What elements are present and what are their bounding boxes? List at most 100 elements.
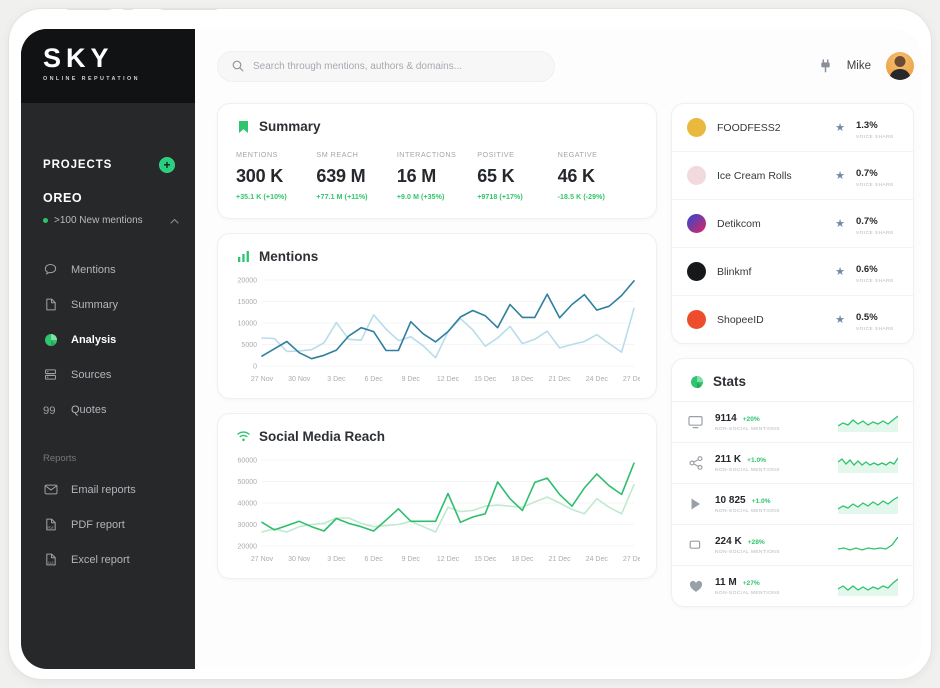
brand-avatar — [687, 262, 706, 281]
sidebar-item-excel-report[interactable]: XLS Excel report — [21, 542, 195, 577]
project-status-label: >100 New mentions — [54, 215, 143, 226]
sidebar-item-label: Email reports — [71, 483, 136, 496]
svg-text:XLS: XLS — [47, 561, 53, 565]
brand-pct: 0.7% — [856, 168, 878, 179]
stat-body: 224 K +28% NON-SOCIAL MENTIONS — [715, 536, 827, 555]
stat-body: 10 825 +1.0% NON-SOCIAL MENTIONS — [715, 495, 827, 514]
notch-speaker — [65, 9, 113, 10]
brands-card: FOODFESS2 ★ 1.3% VOICE SHARE Ice Cream R… — [671, 103, 914, 344]
projects-header: PROJECTS + — [21, 157, 195, 173]
stat-line: 9114 +20% — [715, 413, 827, 424]
project-status-row[interactable]: >100 New mentions — [21, 215, 195, 226]
svg-text:20000: 20000 — [238, 277, 258, 284]
star-icon[interactable]: ★ — [835, 121, 845, 134]
quote-icon: 99 — [43, 402, 58, 417]
metric-delta: +35.1 K (+10%) — [236, 194, 287, 201]
stat-value: 224 K — [715, 535, 742, 547]
brand-row[interactable]: Blinkmf ★ 0.6% VOICE SHARE — [672, 248, 913, 296]
sidebar-item-label: PDF report — [71, 518, 125, 531]
brand-pct: 0.7% — [856, 216, 878, 227]
sidebar-item-pdf-report[interactable]: PDF PDF report — [21, 507, 195, 542]
stat-delta: +1.0% — [747, 456, 767, 464]
brand-avatar — [687, 310, 706, 329]
sidebar-item-sources[interactable]: Sources — [21, 357, 195, 392]
search-input[interactable] — [253, 60, 540, 72]
svg-text:15 Dec: 15 Dec — [474, 376, 497, 383]
svg-text:10000: 10000 — [238, 320, 258, 327]
sparkline — [838, 415, 898, 432]
user-name[interactable]: Mike — [847, 60, 871, 72]
sparkline — [838, 578, 898, 596]
device-frame: SKY ONLINE REPUTATION PROJECTS + OREO >1… — [8, 8, 932, 680]
sidebar-item-quotes[interactable]: 99 Quotes — [21, 392, 195, 427]
device-notch-bar — [9, 9, 931, 23]
svg-text:30 Nov: 30 Nov — [288, 376, 311, 383]
dashboard-content: Summary MENTIONS 300 K +35.1 K (+10%) SM… — [195, 103, 921, 621]
summary-title: Summary — [259, 119, 321, 134]
plug-icon[interactable] — [819, 59, 832, 73]
svg-text:30000: 30000 — [238, 522, 258, 529]
metric-sm-reach: SM REACH 639 M +77.1 M (+11%) — [316, 150, 396, 201]
stat-row[interactable]: 10 825 +1.0% NON-SOCIAL MENTIONS — [672, 484, 913, 525]
svg-text:6 Dec: 6 Dec — [364, 556, 383, 563]
stat-body: 11 M +27% NON-SOCIAL MENTIONS — [715, 577, 827, 596]
sidebar-item-label: Mentions — [71, 263, 116, 276]
brand-name: Detikcom — [717, 217, 761, 230]
sidebar-item-analysis[interactable]: Analysis — [21, 322, 195, 357]
stat-row[interactable]: 11 M +27% NON-SOCIAL MENTIONS — [672, 566, 913, 606]
metric-key: MENTIONS — [236, 150, 278, 159]
stat-value: 10 825 — [715, 494, 746, 506]
stat-delta: +28% — [747, 538, 765, 546]
star-icon[interactable]: ★ — [835, 265, 845, 278]
svg-text:27 Dec: 27 Dec — [623, 376, 640, 383]
sidebar-item-label: Summary — [71, 298, 119, 311]
projects-label: PROJECTS — [43, 159, 113, 171]
sidebar-item-label: Sources — [71, 368, 112, 381]
svg-text:20000: 20000 — [238, 543, 258, 550]
comment-icon — [687, 539, 704, 552]
add-project-button[interactable]: + — [159, 157, 175, 173]
brand-metric-label: VOICE SHARE — [856, 135, 894, 140]
svg-text:27 Nov: 27 Nov — [251, 376, 274, 383]
envelope-icon — [43, 482, 58, 497]
star-icon[interactable]: ★ — [835, 217, 845, 230]
sidebar-item-mentions[interactable]: Mentions — [21, 252, 195, 287]
avatar-head — [894, 56, 906, 67]
sidebar-item-email-reports[interactable]: Email reports — [21, 472, 195, 507]
stat-line: 211 K +1.0% — [715, 454, 827, 465]
chevron-up-icon[interactable] — [170, 216, 179, 226]
stat-label: NON-SOCIAL MENTIONS — [715, 508, 780, 514]
app-logo[interactable]: SKY ONLINE REPUTATION — [21, 29, 195, 103]
heart-icon — [687, 580, 704, 593]
sidebar-item-summary[interactable]: Summary — [21, 287, 195, 322]
brand-metric: 0.5% VOICE SHARE — [856, 307, 898, 332]
summary-metrics: MENTIONS 300 K +35.1 K (+10%) SM REACH 6… — [218, 134, 656, 218]
brand-name: ShopeeID — [717, 313, 764, 326]
star-icon[interactable]: ★ — [835, 169, 845, 182]
brand-row[interactable]: Detikcom ★ 0.7% VOICE SHARE — [672, 200, 913, 248]
brand-row[interactable]: FOODFESS2 ★ 1.3% VOICE SHARE — [672, 104, 913, 152]
wifi-icon — [236, 430, 250, 444]
summary-card-header: Summary — [218, 104, 656, 134]
document-icon — [43, 297, 58, 312]
metric-negative: NEGATIVE 46 K -18.5 K (-29%) — [558, 150, 638, 201]
metric-value: 46 K — [557, 166, 595, 186]
stat-value: 9114 — [715, 412, 737, 424]
brand-row[interactable]: Ice Cream Rolls ★ 0.7% VOICE SHARE — [672, 152, 913, 200]
sparkline — [838, 457, 898, 473]
database-icon — [43, 367, 58, 382]
brand-row[interactable]: ShopeeID ★ 0.5% VOICE SHARE — [672, 296, 913, 343]
user-avatar[interactable] — [886, 52, 914, 80]
sidebar-item-label: Quotes — [71, 403, 107, 416]
metric-delta: +9718 (+17%) — [477, 194, 523, 201]
project-name[interactable]: OREO — [21, 191, 195, 205]
sidebar-nav: Mentions Summary Analysis Sources 99 Quo… — [21, 252, 195, 577]
stat-row[interactable]: 224 K +28% NON-SOCIAL MENTIONS — [672, 525, 913, 566]
star-icon[interactable]: ★ — [835, 313, 845, 326]
stat-row[interactable]: 9114 +20% NON-SOCIAL MENTIONS — [672, 401, 913, 443]
search-bar[interactable] — [217, 50, 555, 82]
stat-row[interactable]: 211 K +1.0% NON-SOCIAL MENTIONS — [672, 443, 913, 484]
stat-value: 211 K — [715, 453, 742, 465]
reach-chart-card: Social Media Reach 20000 30000 40000 50000 6… — [217, 413, 657, 579]
brand-pct: 0.6% — [856, 264, 878, 275]
